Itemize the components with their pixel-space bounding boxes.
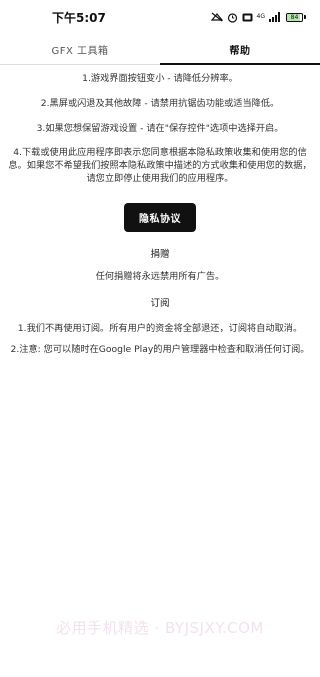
help-tip-2: 2.黑屏或闪退及其他故障 - 请禁用抗锯齿功能或适当降低。: [40, 98, 280, 109]
privacy-notice: 4.下载或使用此应用程序即表示您同意根据本隐私政策收集和使用您的信息。如果您不希…: [8, 147, 312, 184]
alarm-icon: [227, 12, 238, 23]
help-content: 1.游戏界面按钮变小 - 请降低分辨率。 2.黑屏或闪退及其他故障 - 请禁用抗…: [0, 72, 320, 356]
hd-icon: [242, 13, 253, 22]
battery-icon: 84: [286, 12, 306, 22]
subscription-text-1: 1.我们不再使用订阅。所有用户的资金将全部退还，订阅将自动取消。: [17, 323, 303, 334]
subscription-title: 订阅: [150, 298, 170, 309]
help-tip-3: 3.如果您想保留游戏设置 - 请在"保存控件"选项中选择开启。: [36, 123, 284, 134]
privacy-policy-button[interactable]: 隐私协议: [124, 203, 196, 232]
help-tip-1: 1.游戏界面按钮变小 - 请降低分辨率。: [82, 73, 238, 84]
donation-title: 捐赠: [150, 249, 170, 260]
status-bar: 下午5:07 4G 84: [0, 0, 320, 34]
do-not-disturb-icon: [210, 12, 223, 22]
signal-icon: [269, 12, 282, 22]
tab-bar: GFX 工具箱 帮助: [0, 34, 320, 65]
tab-help[interactable]: 帮助: [160, 34, 320, 64]
watermark: 必用手机精选 · BYJSJXY.COM: [56, 619, 264, 637]
active-tab-indicator: [160, 63, 320, 65]
network-label: 4G: [256, 13, 265, 20]
battery-level: 84: [290, 13, 299, 21]
status-time: 下午5:07: [52, 10, 106, 25]
donation-text: 任何捐赠将永远禁用所有广告。: [95, 271, 225, 282]
tab-gfx-toolbox[interactable]: GFX 工具箱: [0, 34, 160, 64]
status-icons: 4G 84: [210, 12, 306, 23]
subscription-text-2: 2.注意: 您可以随时在Google Play的用户管理器中检查和取消任何订阅。: [10, 344, 310, 355]
